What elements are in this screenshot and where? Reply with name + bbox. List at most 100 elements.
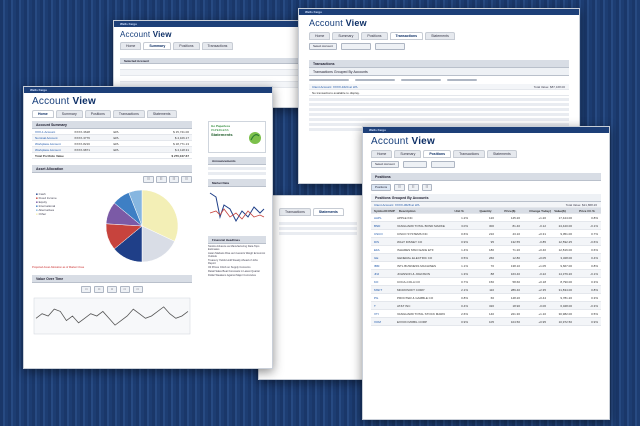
client-account-link[interactable]: Client Account: XXXX-1624 at LPL — [309, 84, 534, 89]
view-option-button[interactable]: ☷ — [407, 184, 419, 191]
table-cell: 3,328.00 — [560, 256, 572, 260]
symbol-link[interactable]: IBM — [371, 262, 394, 269]
brand-logo: Wells Fargo — [120, 22, 137, 26]
tab-positions[interactable]: Positions — [361, 32, 388, 40]
tab-positions[interactable]: Positions — [423, 150, 452, 158]
filter-select[interactable] — [374, 43, 405, 50]
headline-link[interactable]: Asian Markets Rise as Investors Weigh Ec… — [208, 252, 266, 258]
table-cell: 0.9% — [461, 320, 468, 324]
table-cell: 110 — [489, 288, 494, 292]
tab-transactions[interactable]: Transactions — [389, 32, 424, 40]
table-cell: 18.90 — [512, 304, 520, 308]
view-option-button[interactable]: ☷ — [394, 184, 405, 191]
table-cell: -0.22 — [539, 272, 546, 276]
tab-statements[interactable]: Statements — [146, 110, 177, 118]
headline-link[interactable]: Oil Prices Climb on Supply Concerns — [208, 266, 266, 269]
symbol-link[interactable]: MSFT — [371, 286, 394, 293]
table-cell: 0.6% — [461, 232, 468, 236]
table-cell: 0.4% — [461, 304, 468, 308]
tab-home[interactable]: Home — [371, 150, 393, 158]
chart-option-button[interactable]: ☷ — [155, 176, 167, 183]
tab-positions[interactable]: Positions — [173, 42, 200, 50]
chart-type-buttons: ☷ ☷ ☷ ☷ — [32, 176, 192, 183]
financial-headlines-header: Financial Headlines — [208, 236, 266, 244]
tab-statements[interactable]: Statements — [312, 208, 344, 216]
headline-link[interactable]: Dollar Weakens Against Major Currencies — [208, 274, 266, 277]
tab-bar: Home Summary Positions Transactions Stat… — [32, 110, 264, 118]
legend-item: ■ Other — [36, 212, 47, 216]
top-bar: Wells Fargo — [24, 87, 272, 93]
table-cell: -0.12 — [539, 224, 546, 228]
table-cell: 104.50 — [510, 320, 520, 324]
range-button[interactable]: □ — [107, 286, 117, 293]
table-cell: AT&T INC — [397, 304, 411, 308]
symbol-link[interactable]: VTI — [371, 310, 394, 317]
tab-home[interactable]: Home — [32, 110, 54, 118]
symbol-link[interactable]: JNJ — [371, 270, 394, 277]
tab-positions[interactable]: Positions — [84, 110, 111, 118]
chart-option-button[interactable]: ☷ — [181, 176, 192, 183]
headline-link[interactable]: Treasury Yields Hold Steady Ahead of Job… — [208, 259, 266, 265]
table-cell: -0.06 — [539, 304, 546, 308]
tab-transactions[interactable]: Transactions — [453, 150, 485, 158]
tab-statements[interactable]: Statements — [487, 150, 517, 158]
filter-select[interactable] — [430, 161, 455, 168]
table-cell: 0.9% — [461, 240, 468, 244]
symbol-link[interactable]: CSCO — [371, 230, 394, 237]
table-cell: +0.05 — [538, 256, 546, 260]
symbol-link[interactable]: BND — [371, 222, 394, 229]
top-bar: Wells Fargo — [363, 127, 609, 133]
range-button[interactable]: □ — [119, 286, 130, 293]
app-title: Account View — [120, 30, 172, 39]
tab-summary[interactable]: Summary — [143, 42, 172, 50]
table-cell: 0.3% — [591, 296, 598, 300]
tab-transactions[interactable]: Transactions — [279, 208, 311, 216]
table-cell: 132.55 — [510, 240, 520, 244]
view-option-button[interactable]: ☷ — [421, 184, 433, 191]
table-row: MSFT MICROSOFT CORP 2.1% 110 289.40 +2.35 31,8… — [371, 286, 601, 294]
symbol-link[interactable]: XOM — [371, 318, 394, 325]
security-type-select[interactable] — [355, 79, 395, 81]
table-cell: CISCO SYSTEMS INC — [397, 232, 428, 236]
client-account-link[interactable]: Client Account: XXXX-3628 at LPL — [371, 202, 566, 207]
tab-home[interactable]: Home — [120, 42, 142, 50]
table-cell: 3.0% — [461, 224, 468, 228]
range-button[interactable]: □ — [132, 286, 143, 293]
filter-select[interactable] — [340, 43, 371, 50]
range-button[interactable]: □ — [94, 286, 105, 293]
table-cell: 95 — [490, 240, 494, 244]
tab-transactions[interactable]: Transactions — [201, 42, 234, 50]
symbol-link[interactable]: DIS — [371, 238, 394, 245]
tab-statements[interactable]: Statements — [425, 32, 455, 40]
table-cell: 43.10 — [512, 232, 520, 236]
tab-summary[interactable]: Summary — [332, 32, 360, 40]
app-title: Account View — [32, 96, 96, 107]
announcements-header: Announcements — [208, 157, 266, 165]
positions-view-button[interactable]: Positions — [371, 184, 392, 191]
table-cell: 163.40 — [510, 272, 520, 276]
date-field[interactable] — [447, 79, 477, 81]
transaction-type-select[interactable] — [401, 79, 441, 81]
symbol-link[interactable]: T — [371, 302, 394, 309]
paperless-promo[interactable]: Go Paperless PAPERLESS Statements — [208, 121, 266, 153]
symbol-link[interactable]: PG — [371, 294, 394, 301]
tab-summary[interactable]: Summary — [394, 150, 422, 158]
headline-link[interactable]: Stocks Advance as Manufacturing Data Top… — [208, 245, 266, 251]
symbol-link[interactable]: GE — [371, 254, 394, 261]
chart-option-button[interactable]: ☷ — [168, 176, 180, 183]
select-account-button[interactable]: Select Account — [309, 43, 337, 50]
select-account-button[interactable]: Select Account — [371, 161, 399, 168]
filter-select[interactable] — [402, 161, 427, 168]
chart-option-button[interactable]: ☷ — [143, 176, 154, 183]
symbol-link[interactable]: KO — [371, 278, 394, 285]
market-data-chart — [209, 192, 265, 223]
symbol-link[interactable]: EFA — [371, 246, 394, 253]
tab-home[interactable]: Home — [309, 32, 331, 40]
view-select[interactable] — [309, 79, 349, 81]
table-cell: 81.40 — [512, 224, 520, 228]
tab-transactions[interactable]: Transactions — [112, 110, 145, 118]
symbol-link[interactable]: AAPL — [371, 214, 394, 221]
tab-summary[interactable]: Summary — [55, 110, 83, 118]
headline-link[interactable]: Retail Sales Beat Forecasts in Latest Qu… — [208, 270, 266, 273]
range-button[interactable]: □ — [81, 286, 92, 293]
